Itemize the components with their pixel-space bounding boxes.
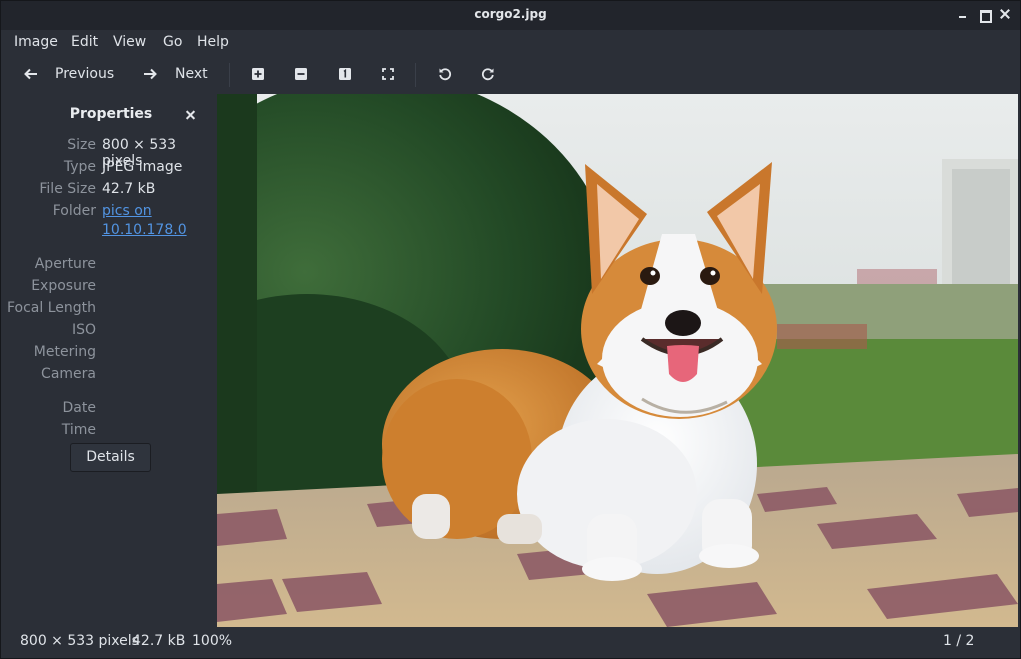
iso-label: ISO [71,322,96,338]
toolbar-separator [229,63,230,87]
folder-label: Folder [52,203,96,219]
normal-size-icon [339,68,351,80]
size-label: Size [67,137,96,153]
folder-link[interactable]: pics on 10.10.178.0 [102,202,187,240]
corgi-photo [217,94,1018,627]
filesize-value: 42.7 kB [102,181,156,197]
close-icon[interactable] [185,109,197,121]
best-fit-icon [382,68,394,80]
menu-view[interactable]: View [113,34,146,50]
toolbar-separator [415,63,416,87]
rotate-left-button[interactable] [438,67,452,81]
maximize-icon[interactable] [977,7,992,23]
menu-go[interactable]: Go [163,34,182,50]
date-label: Date [62,400,96,416]
menu-image[interactable]: Image [14,34,58,50]
type-value: JPEG image [102,159,183,175]
statusbar: 800 × 533 pixels 42.7 kB 100% 1 / 2 [1,627,1020,658]
focal-length-label: Focal Length [6,300,96,316]
status-position: 1 / 2 [943,633,975,649]
normal-size-button[interactable] [339,68,351,80]
window-title: corgo2.jpg [474,7,547,21]
rotate-right-icon [481,68,494,81]
folder-link-line1[interactable]: pics on [102,202,187,221]
previous-label[interactable]: Previous [55,66,114,82]
camera-label: Camera [41,366,96,382]
next-label[interactable]: Next [175,66,208,82]
filesize-label: File Size [39,181,96,197]
rotate-left-icon [439,68,452,81]
aperture-label: Aperture [34,256,96,272]
best-fit-button[interactable] [382,68,394,80]
toolbar: Previous Next [1,57,1020,94]
status-zoom: 100% [192,633,233,649]
zoom-in-icon [252,68,264,80]
properties-sidebar: Properties Size 800 × 533 pixels Type JP… [1,94,217,626]
menubar: Image Edit View Go Help [1,30,1020,57]
zoom-out-icon [295,68,307,80]
arrow-left-icon [24,68,37,80]
arrow-right-icon [144,68,157,80]
minimize-icon[interactable] [956,7,970,21]
zoom-out-button[interactable] [295,68,307,80]
metering-label: Metering [33,344,96,360]
image-viewer-window: corgo2.jpg Image Edit View Go Help Previ… [0,0,1021,659]
titlebar: corgo2.jpg [1,1,1020,30]
type-label: Type [63,159,96,175]
time-label: Time [61,422,96,438]
exposure-label: Exposure [31,278,96,294]
next-button[interactable] [142,66,158,82]
menu-edit[interactable]: Edit [71,34,98,50]
folder-link-line2[interactable]: 10.10.178.0 [102,221,187,240]
menu-help[interactable]: Help [197,34,229,50]
zoom-in-button[interactable] [252,68,264,80]
image-viewport[interactable] [217,94,1018,627]
details-button[interactable]: Details [70,443,151,472]
previous-button[interactable] [23,66,39,82]
status-dimensions: 800 × 533 pixels [20,633,139,649]
close-window-icon[interactable] [998,7,1012,21]
status-filesize: 42.7 kB [132,633,186,649]
rotate-right-button[interactable] [481,67,495,81]
